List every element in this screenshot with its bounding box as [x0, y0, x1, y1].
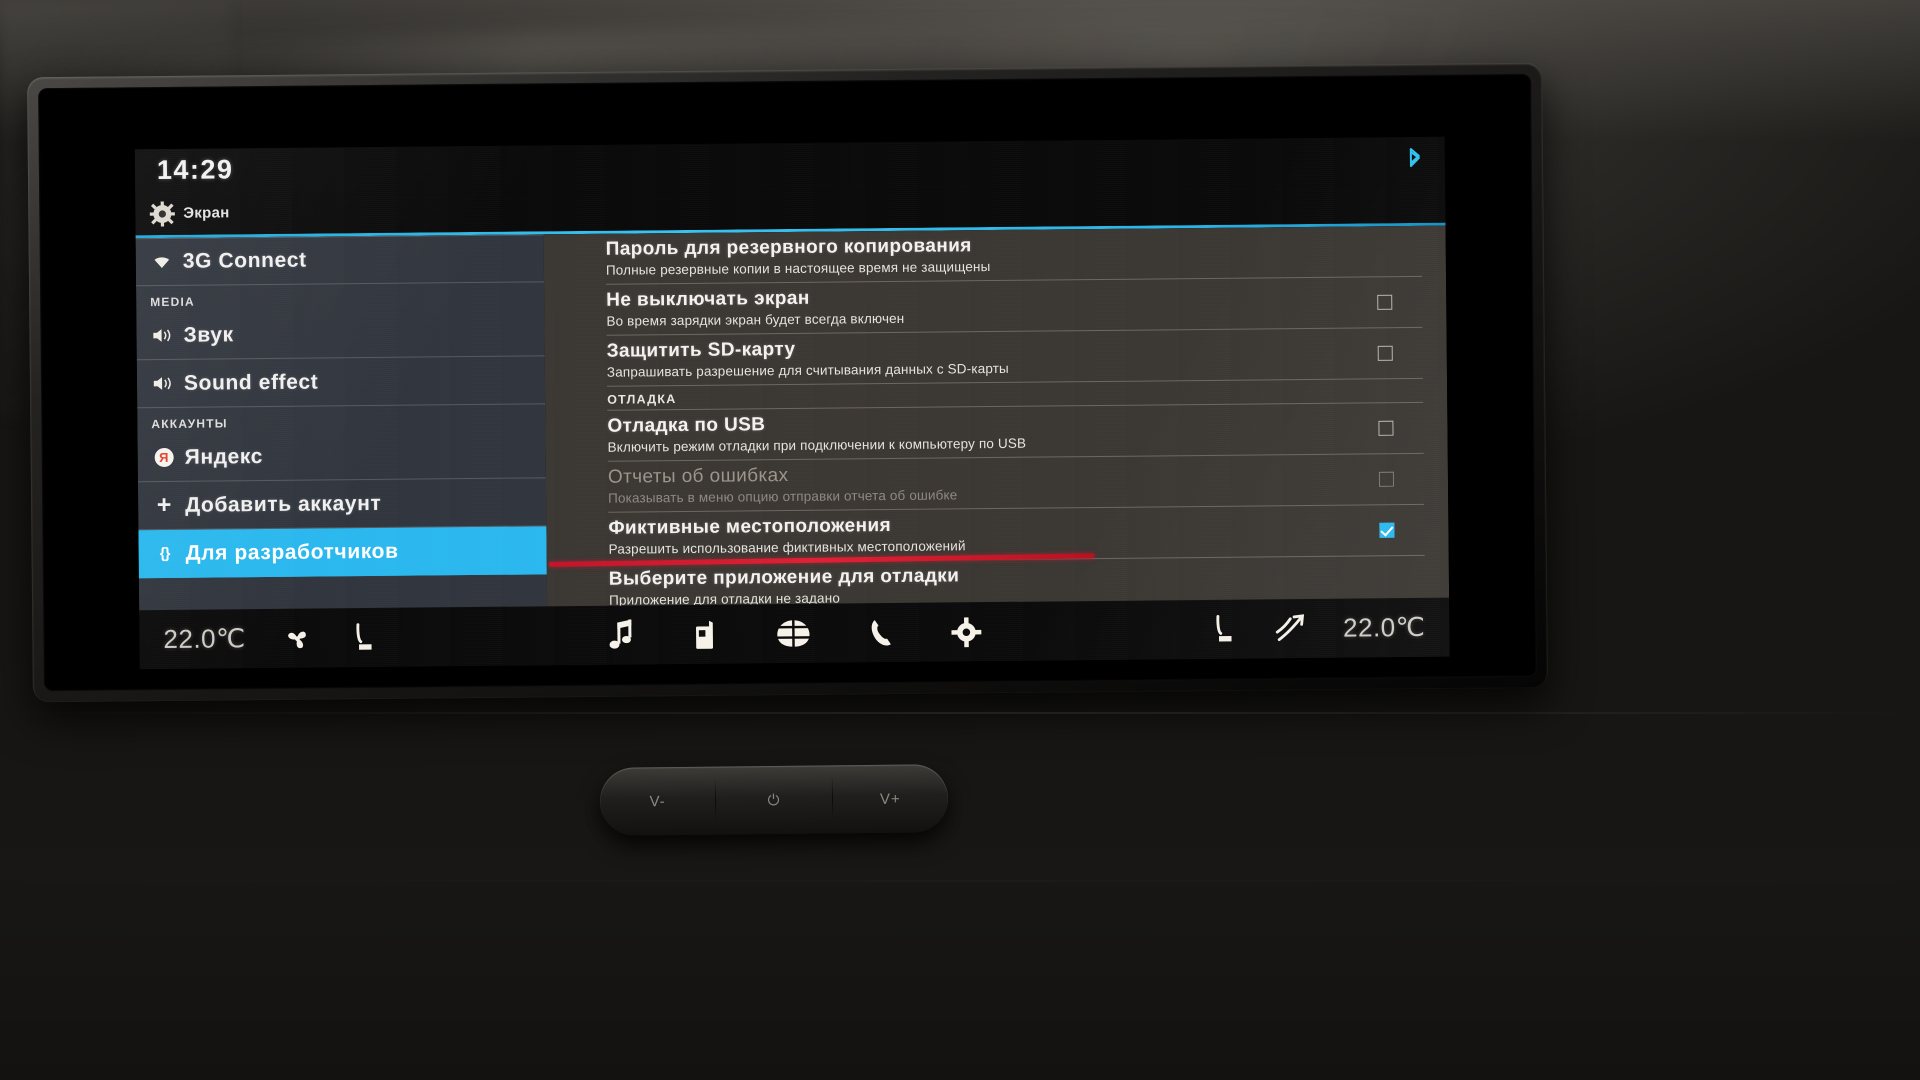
- hardware-control-pad: V- ⏻ V+: [599, 764, 949, 836]
- sidebar-item-label: Для разработчиков: [185, 539, 399, 565]
- braces-icon: {}: [153, 545, 177, 562]
- sidebar-item-label: Звук: [183, 322, 234, 347]
- speaker-icon: [150, 327, 174, 344]
- seat-heater-icon[interactable]: [350, 620, 378, 654]
- gear-icon: [149, 201, 175, 227]
- setting-checkbox[interactable]: [1378, 471, 1395, 487]
- display-glass: 14:29 Экран 3G Connect MEDIA Звук Sound …: [38, 73, 1537, 692]
- settings-sidebar: 3G Connect MEDIA Звук Sound effect АККАУНТЫ Я…: [135, 234, 548, 614]
- content-area: 3G Connect MEDIA Звук Sound effect АККАУНТЫ Я…: [135, 225, 1450, 614]
- fan-icon[interactable]: [282, 622, 314, 654]
- setting-row[interactable]: Пароль для резервного копирования Полные …: [605, 225, 1423, 285]
- seat-heater-icon[interactable]: [1209, 612, 1237, 646]
- plus-glyph: +: [156, 490, 172, 520]
- setting-row[interactable]: Отладка по USB Включить режим отладки при…: [607, 402, 1424, 462]
- yandex-icon: Я: [152, 447, 176, 468]
- setting-row[interactable]: Фиктивные местоположения Разрешить исполь…: [548, 504, 1425, 567]
- setting-checkbox[interactable]: [1379, 522, 1395, 538]
- setting-checkbox[interactable]: [1378, 420, 1394, 436]
- developer-options-panel: Пароль для резервного копирования Полные …: [543, 225, 1450, 610]
- bluetooth-icon: [1403, 147, 1427, 173]
- climate-right-group: 22.0℃: [1209, 610, 1450, 646]
- dash-seam-upper: [0, 712, 1920, 714]
- sidebar-item-label: Добавить аккаунт: [185, 491, 382, 517]
- music-note-icon[interactable]: [605, 618, 635, 652]
- sidebar-section-header: MEDIA: [150, 294, 195, 310]
- sidebar-section-header: АККАУНТЫ: [151, 416, 228, 432]
- phone-icon[interactable]: [867, 616, 895, 648]
- sidebar-item-добавить-аккаунт[interactable]: + Добавить аккаунт: [137, 478, 547, 531]
- driver-temperature[interactable]: 22.0℃: [163, 623, 246, 655]
- setting-row[interactable]: Отчеты об ошибках Показывать в меню опцию…: [607, 453, 1425, 513]
- infotainment-screen: 14:29 Экран 3G Connect MEDIA Звук Sound …: [134, 136, 1450, 670]
- sidebar-item-label: Яндекс: [184, 444, 264, 469]
- airflow-icon[interactable]: [1273, 613, 1307, 645]
- breadcrumb-label: Экран: [183, 204, 230, 222]
- climate-center-group: [378, 612, 1210, 654]
- setting-checkbox[interactable]: [1377, 345, 1393, 361]
- volume-down-button[interactable]: V-: [600, 767, 716, 836]
- passenger-temperature[interactable]: 22.0℃: [1343, 612, 1426, 644]
- sidebar-item-label: 3G Connect: [182, 248, 307, 273]
- yandex-logo: Я: [154, 447, 174, 468]
- defrost-icon[interactable]: [775, 618, 812, 649]
- sidebar-item-яндекс[interactable]: Я Яндекс: [137, 430, 546, 483]
- climate-bar: 22.0℃ 22.0℃: [139, 597, 1450, 670]
- gear-icon[interactable]: [951, 616, 982, 647]
- sidebar-item-звук[interactable]: Звук: [136, 308, 545, 361]
- sidebar-item-sound-effect[interactable]: Sound effect: [136, 356, 546, 409]
- power-button[interactable]: ⏻: [716, 765, 832, 834]
- wifi-icon: [150, 254, 174, 269]
- display-bezel: 14:29 Экран 3G Connect MEDIA Звук Sound …: [27, 62, 1548, 703]
- setting-row[interactable]: Не выключать экран Во время зарядки экран…: [606, 276, 1423, 336]
- climate-left-group: 22.0℃: [139, 620, 378, 656]
- setting-checkbox[interactable]: [1377, 294, 1393, 310]
- dash-lower-shade: [0, 750, 1920, 1080]
- plus-icon: +: [152, 490, 176, 520]
- volume-up-button[interactable]: V+: [832, 764, 948, 833]
- speaker-icon: [151, 375, 175, 392]
- sidebar-item-label: Sound effect: [183, 370, 319, 395]
- braces-glyph: {}: [159, 544, 170, 563]
- setting-row[interactable]: Защитить SD-карту Запрашивать разрешение …: [606, 327, 1423, 387]
- sidebar-item-для-разработчиков[interactable]: {} Для разработчиков: [138, 526, 547, 579]
- clock: 14:29: [156, 154, 234, 186]
- radio-icon[interactable]: [691, 618, 719, 650]
- sidebar-item-3g-connect[interactable]: 3G Connect: [135, 234, 545, 287]
